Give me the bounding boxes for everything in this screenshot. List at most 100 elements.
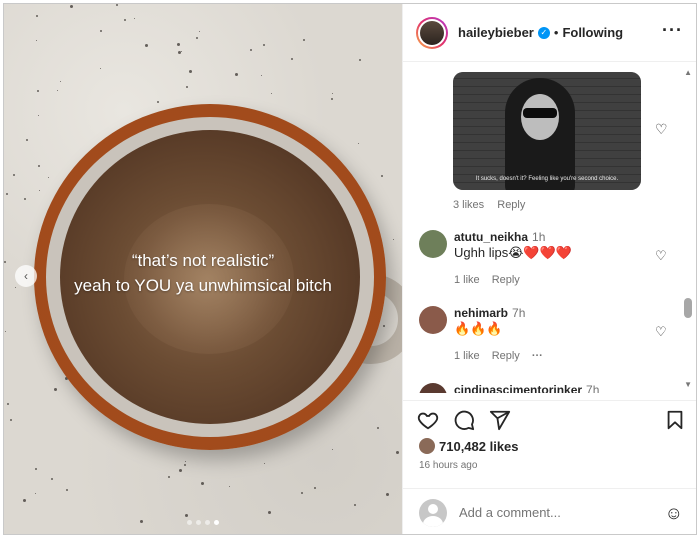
countertop-speck xyxy=(39,190,40,191)
countertop-speck xyxy=(124,19,126,21)
likes-summary[interactable]: 710,482 likes xyxy=(419,438,519,454)
countertop-speck xyxy=(181,51,182,52)
countertop-speck xyxy=(303,39,305,41)
countertop-speck xyxy=(66,489,68,491)
author-username[interactable]: haileybieber xyxy=(458,25,534,40)
countertop-speck xyxy=(178,51,181,54)
comment-time: 7h xyxy=(586,383,600,393)
comment-time: 7h xyxy=(512,306,526,320)
countertop-speck xyxy=(37,90,39,92)
commenter-avatar[interactable] xyxy=(419,383,447,393)
countertop-speck xyxy=(199,31,200,32)
commenter-avatar[interactable] xyxy=(419,306,447,334)
scroll-down-arrow-icon[interactable]: ▼ xyxy=(684,380,692,389)
countertop-speck xyxy=(314,487,316,489)
bookmark-icon[interactable] xyxy=(665,409,685,431)
comment-meta: 1 like Reply xyxy=(454,274,520,286)
countertop-speck xyxy=(60,81,61,82)
comment-text: Ughh lips😭❤️❤️❤️ xyxy=(454,245,572,260)
carousel-dot xyxy=(187,520,192,525)
countertop-speck xyxy=(100,30,102,32)
post-actions-bar xyxy=(403,400,696,440)
commenter-avatar[interactable] xyxy=(419,230,447,258)
countertop-speck xyxy=(396,451,399,454)
countertop-speck xyxy=(271,93,272,94)
author-avatar[interactable] xyxy=(416,16,448,49)
countertop-speck xyxy=(264,463,265,464)
countertop-speck xyxy=(134,18,135,19)
countertop-speck xyxy=(263,44,265,46)
countertop-speck xyxy=(184,464,186,466)
emoji-picker-icon[interactable]: ☺ xyxy=(665,503,683,524)
countertop-speck xyxy=(185,514,188,517)
countertop-speck xyxy=(140,520,143,523)
countertop-speck xyxy=(24,198,26,200)
countertop-speck xyxy=(7,403,9,405)
post-timestamp: 16 hours ago xyxy=(419,460,478,471)
overlay-text-line1: “that’s not realistic” xyxy=(131,251,275,270)
comment-more-icon[interactable]: ··· xyxy=(532,350,543,362)
countertop-speck xyxy=(5,331,6,332)
post-media[interactable]: “that’s not realistic” yeah to YOU ya un… xyxy=(4,4,402,534)
chevron-left-icon: ‹ xyxy=(24,269,28,283)
countertop-speck xyxy=(332,449,333,450)
countertop-speck xyxy=(354,504,356,506)
countertop-speck xyxy=(100,68,101,69)
countertop-speck xyxy=(268,511,271,514)
countertop-speck xyxy=(377,427,379,429)
liker-avatar xyxy=(419,438,435,454)
reply-button[interactable]: Reply xyxy=(492,350,520,362)
gif-reply-image[interactable]: It sucks, doesn't it? Feeling like you'r… xyxy=(453,72,641,190)
countertop-speck xyxy=(291,58,293,60)
add-comment-bar: ☺ xyxy=(403,488,696,534)
commenter-username[interactable]: nehimarb 7h xyxy=(454,306,525,320)
scrollbar-thumb[interactable] xyxy=(684,298,692,318)
likes-count[interactable]: 710,482 likes xyxy=(439,439,519,454)
comment-item: atutu_neikha 1h Ughh lips😭❤️❤️❤️ ♡ 1 like… xyxy=(419,230,689,290)
countertop-speck xyxy=(10,419,12,421)
more-options-icon[interactable]: ··· xyxy=(662,20,683,41)
heart-icon[interactable] xyxy=(417,409,439,431)
previous-slide-button[interactable]: ‹ xyxy=(15,265,37,287)
countertop-speck xyxy=(261,75,262,76)
carousel-dot xyxy=(196,520,201,525)
countertop-speck xyxy=(201,482,204,485)
countertop-speck xyxy=(35,493,36,494)
reply-button[interactable]: Reply xyxy=(492,274,520,286)
commenter-username[interactable]: atutu_neikha 1h xyxy=(454,230,545,244)
countertop-speck xyxy=(13,174,15,176)
countertop-speck xyxy=(393,239,394,240)
share-icon[interactable] xyxy=(489,409,511,431)
add-comment-input[interactable] xyxy=(459,505,659,520)
like-comment-heart-icon[interactable]: ♡ xyxy=(655,121,668,138)
comment-text: 🔥🔥🔥 xyxy=(454,321,503,336)
countertop-speck xyxy=(331,98,333,100)
like-comment-heart-icon[interactable]: ♡ xyxy=(655,248,667,264)
scroll-up-arrow-icon[interactable]: ▲ xyxy=(684,68,692,77)
reply-button[interactable]: Reply xyxy=(497,199,525,211)
countertop-speck xyxy=(235,73,238,76)
countertop-speck xyxy=(116,4,118,6)
commenter-username[interactable]: cindinascimentorinker 7h xyxy=(454,383,599,393)
carousel-dots xyxy=(187,520,219,525)
countertop-speck xyxy=(38,165,40,167)
gif-comment-meta: 3 likes Reply xyxy=(453,199,525,211)
countertop-speck xyxy=(179,469,182,472)
gif-caption: It sucks, doesn't it? Feeling like you'r… xyxy=(475,176,619,182)
comment-likes[interactable]: 1 like xyxy=(454,274,480,286)
comments-list[interactable]: It sucks, doesn't it? Feeling like you'r… xyxy=(403,63,696,393)
following-button[interactable]: Following xyxy=(562,25,623,40)
countertop-speck xyxy=(36,15,38,17)
comment-item: cindinascimentorinker 7h xyxy=(419,383,689,393)
countertop-speck xyxy=(48,177,49,178)
carousel-dot xyxy=(205,520,210,525)
countertop-speck xyxy=(301,492,303,494)
comment-likes[interactable]: 1 like xyxy=(454,350,480,362)
comment-likes[interactable]: 3 likes xyxy=(453,199,484,211)
countertop-speck xyxy=(145,44,148,47)
countertop-speck xyxy=(189,70,192,73)
comment-icon[interactable] xyxy=(453,409,475,431)
like-comment-heart-icon[interactable]: ♡ xyxy=(655,324,667,340)
countertop-speck xyxy=(23,499,26,502)
countertop-speck xyxy=(186,86,188,88)
